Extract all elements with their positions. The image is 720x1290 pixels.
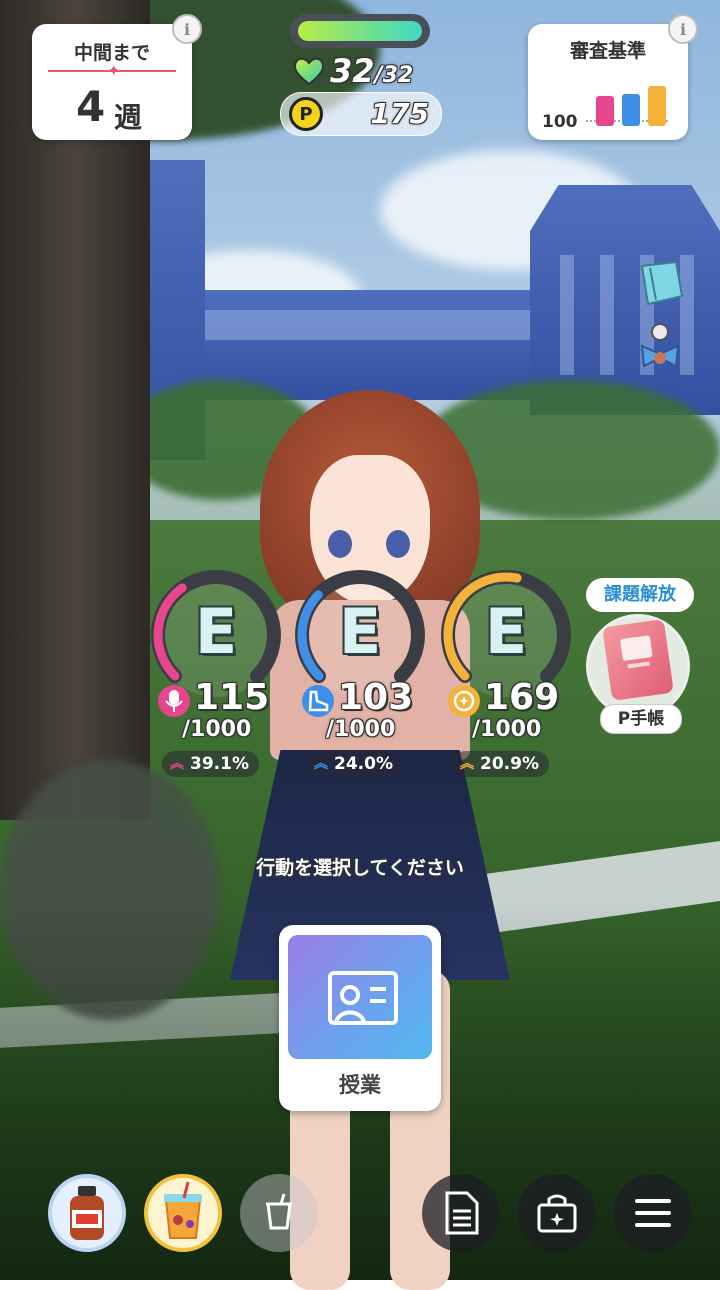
classroom-board-icon (328, 971, 398, 1025)
stamina-bar-fill (298, 21, 422, 41)
lesson-label: 授業 (339, 1073, 381, 1097)
p-coin-icon: P (289, 97, 323, 131)
item-slot-tea[interactable] (48, 1174, 126, 1252)
double-chevron-up-icon: ︽ (460, 756, 474, 772)
lesson-image (288, 935, 432, 1059)
info-icon[interactable]: i (172, 14, 202, 44)
double-chevron-up-icon: ︽ (170, 756, 184, 772)
items-bag-button[interactable] (518, 1174, 596, 1252)
juice-cup-icon (164, 1181, 202, 1239)
empty-cup-icon (266, 1193, 292, 1230)
weeks-unit: 週 (114, 101, 143, 134)
stat-gauge-dance: E 103 /1000 ︽ 24.0% (290, 565, 430, 777)
stamina-bar (290, 14, 430, 48)
p-notebook-label: P手帳 (600, 704, 682, 734)
stat-bonus-value: 39.1% (190, 754, 249, 774)
info-icon[interactable]: i (668, 14, 698, 44)
p-notebook-button[interactable] (586, 614, 690, 718)
tea-bottle-icon (70, 1186, 104, 1240)
ribbon-charm-icon[interactable] (632, 318, 688, 374)
stamina-readout: 32/32 (292, 52, 413, 90)
stamina-current: 32 (330, 52, 375, 90)
stat-gauge-visual: E 169 /1000 ︽ 20.9% (436, 565, 576, 777)
notebook-icon (602, 619, 674, 701)
idol-character (200, 380, 540, 1290)
stat-bonus: ︽ 39.1% (162, 751, 259, 777)
stat-grade: E (484, 595, 528, 668)
present-box-icon (537, 1194, 577, 1233)
stat-gauge-vocal: E 115 /1000 ︽ 39.1% (146, 565, 286, 777)
towel-icon[interactable] (632, 256, 688, 312)
stat-bonus-value: 20.9% (480, 754, 539, 774)
document-icon (445, 1191, 479, 1235)
audition-criteria-card[interactable]: 審査基準 100 (528, 24, 688, 140)
criteria-bar-vocal (596, 96, 614, 126)
sparkle-icon: ✦ (107, 61, 121, 80)
weeks-until-midterm-card[interactable]: 中間まで ✦ 4 週 (32, 24, 192, 140)
stat-value: 115 (194, 677, 270, 718)
item-slot-juice[interactable] (144, 1174, 222, 1252)
stat-value: 103 (338, 677, 414, 718)
stat-grade: E (338, 595, 382, 668)
stat-max: /1000 (472, 717, 542, 742)
microphone-icon (158, 685, 190, 717)
heart-icon (293, 57, 325, 86)
p-points-value: 175 (370, 97, 429, 130)
stat-value: 169 (484, 677, 560, 718)
stamina-max: 32 (382, 63, 414, 88)
shoe-icon (302, 685, 334, 717)
stat-bonus: ︽ 24.0% (306, 751, 403, 777)
item-slot-empty[interactable] (240, 1174, 318, 1252)
gear-sparkle-icon (448, 685, 480, 717)
criteria-title: 審査基準 (569, 40, 646, 62)
criteria-bar-dance (622, 94, 640, 126)
p-points-pill: P 175 (280, 92, 442, 136)
menu-icon (635, 1199, 671, 1227)
lesson-action-card[interactable]: 授業 (279, 925, 441, 1111)
stat-max: /1000 (182, 717, 252, 742)
stat-grade: E (194, 595, 238, 668)
criteria-value: 100 (542, 112, 578, 132)
memo-button[interactable] (422, 1174, 500, 1252)
stat-max: /1000 (326, 717, 396, 742)
menu-button[interactable] (614, 1174, 692, 1252)
action-prompt: 行動を選択してください (256, 857, 464, 879)
task-unlock-label[interactable]: 課題解放 (586, 578, 694, 612)
stat-bonus-value: 24.0% (334, 754, 393, 774)
criteria-bar-visual (648, 86, 666, 126)
weeks-number: 4 (76, 82, 106, 131)
stat-bonus: ︽ 20.9% (452, 751, 549, 777)
double-chevron-up-icon: ︽ (314, 756, 328, 772)
